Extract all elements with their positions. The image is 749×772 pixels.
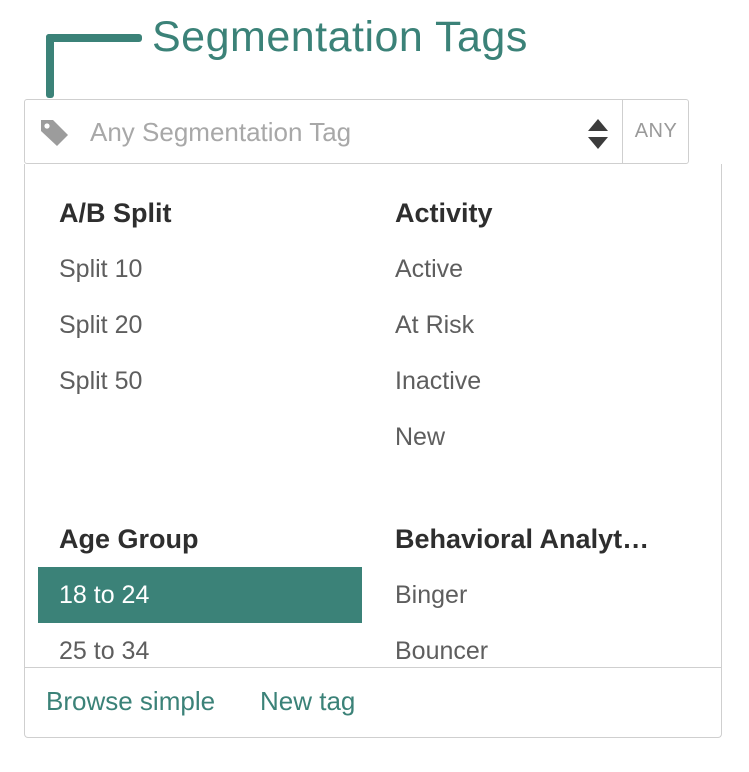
up-down-arrows-icon <box>587 118 609 150</box>
tag-dropdown-panel: A/B Split Split 10 Split 20 Split 50 Act… <box>24 164 722 738</box>
callout-connector-vertical <box>46 34 54 98</box>
tag-group-activity: Activity Active At Risk Inactive New <box>374 185 698 465</box>
tag-group-ab-split: A/B Split Split 10 Split 20 Split 50 <box>38 185 362 409</box>
tag-option[interactable]: Inactive <box>374 353 698 409</box>
tag-group-behavioral-analytics: Behavioral Analyt… Binger Bouncer <box>374 511 698 667</box>
tag-option[interactable]: Binger <box>374 567 698 623</box>
new-tag-link[interactable]: New tag <box>260 686 355 717</box>
group-title: A/B Split <box>59 198 172 228</box>
tag-option[interactable]: 25 to 34 <box>38 623 362 667</box>
tag-option[interactable]: Split 20 <box>38 297 362 353</box>
group-title: Behavioral Analyt… <box>395 524 650 554</box>
segmentation-tag-select[interactable]: Any Segmentation Tag ANY <box>24 99 689 164</box>
tag-group-age-group: Age Group 18 to 24 25 to 34 <box>38 511 362 667</box>
tag-option[interactable]: Active <box>374 241 698 297</box>
tag-option[interactable]: New <box>374 409 698 465</box>
callout-title: Segmentation Tags <box>152 13 528 61</box>
dropdown-footer: Browse simple New tag <box>25 667 721 737</box>
group-title: Activity <box>395 198 493 228</box>
tag-option[interactable]: At Risk <box>374 297 698 353</box>
any-match-button[interactable]: ANY <box>622 100 689 163</box>
callout-connector-horizontal <box>46 34 142 42</box>
tag-option[interactable]: Split 50 <box>38 353 362 409</box>
tag-option[interactable]: Bouncer <box>374 623 698 667</box>
tag-icon <box>39 118 71 148</box>
tag-option-selected[interactable]: 18 to 24 <box>38 567 362 623</box>
browse-simple-link[interactable]: Browse simple <box>46 686 215 717</box>
tag-option[interactable]: Split 10 <box>38 241 362 297</box>
select-placeholder: Any Segmentation Tag <box>90 117 352 147</box>
tag-list-scroll-area[interactable]: A/B Split Split 10 Split 20 Split 50 Act… <box>25 164 721 667</box>
group-title: Age Group <box>59 524 199 554</box>
